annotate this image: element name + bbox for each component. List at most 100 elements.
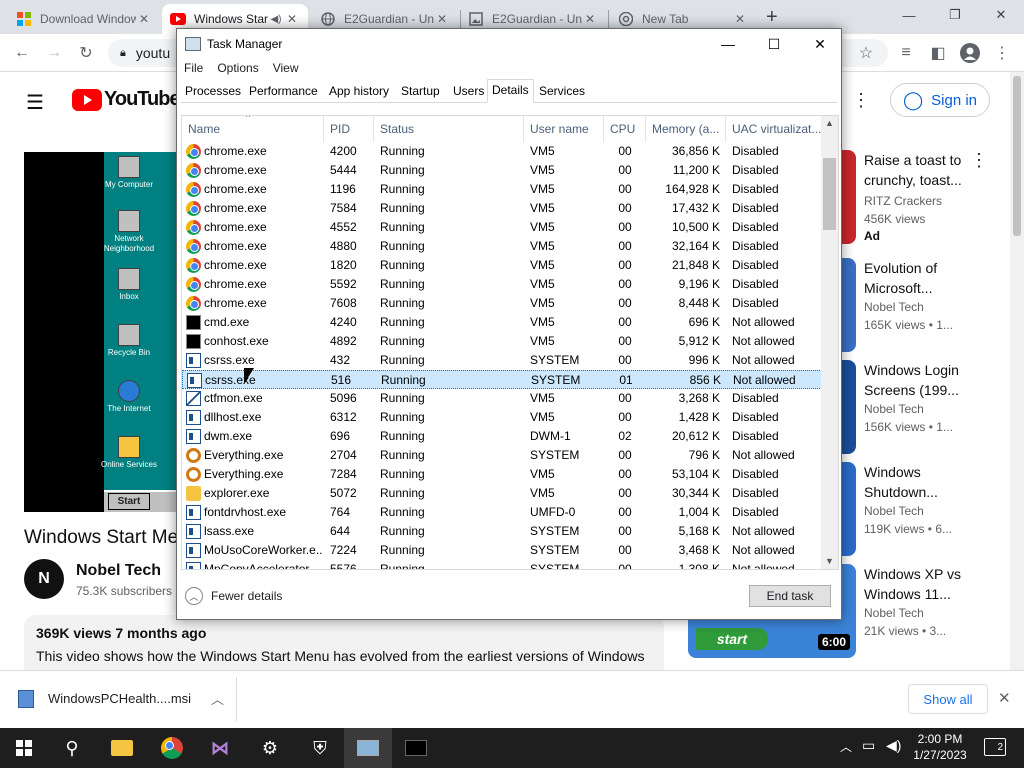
table-row[interactable]: dllhost.exe 6312 Running VM5 00 1,428 K Disabl… (182, 408, 824, 427)
close-tab-icon[interactable]: ✕ (136, 12, 152, 26)
forward-arrow-icon[interactable]: → (42, 41, 66, 65)
new-tab-button[interactable]: + (766, 6, 778, 29)
tab-performance[interactable]: Performance (245, 81, 322, 103)
tab-processes[interactable]: Processes (181, 81, 245, 103)
table-row[interactable]: cmd.exe 4240 Running VM5 00 696 K Not allowed (182, 313, 824, 332)
fewer-details-button[interactable]: ︿ Fewer details (185, 587, 282, 605)
restore-icon[interactable]: ❐ (932, 0, 978, 30)
table-row[interactable]: fontdrvhost.exe 764 Running UMFD-0 00 1,004 K… (182, 503, 824, 522)
chrome-taskbar-icon[interactable] (148, 728, 196, 768)
speaker-icon[interactable]: ◀) (268, 14, 284, 25)
table-row[interactable]: dwm.exe 696 Running DWM-1 02 20,612 K Disabled (182, 427, 824, 446)
media-control-icon[interactable]: ≡ (894, 41, 918, 65)
scroll-up-icon[interactable]: ▲ (825, 118, 834, 128)
tab-services[interactable]: Services (535, 81, 589, 103)
back-arrow-icon[interactable]: ← (10, 41, 34, 65)
kebab-menu-icon[interactable]: ⋮ (990, 41, 1014, 65)
reload-icon[interactable]: ↻ (74, 41, 98, 65)
table-row[interactable]: conhost.exe 4892 Running VM5 00 5,912 K Not al… (182, 332, 824, 351)
close-tab-icon[interactable]: ✕ (732, 12, 748, 26)
show-all-button[interactable]: Show all (908, 684, 988, 714)
vertical-scrollbar[interactable]: ▲ ▼ (821, 116, 838, 569)
maximize-icon[interactable]: ☐ (751, 29, 797, 59)
settings-gear-icon[interactable]: ⚙ (246, 728, 294, 768)
scrollbar-thumb[interactable] (823, 158, 836, 230)
table-row[interactable]: lsass.exe 644 Running SYSTEM 00 5,168 K Not al… (182, 522, 824, 541)
minimize-icon[interactable]: — (886, 0, 932, 30)
close-tab-icon[interactable]: ✕ (284, 12, 300, 26)
task-manager-taskbar-icon[interactable] (344, 728, 392, 768)
page-scrollbar[interactable] (1010, 72, 1024, 670)
settings-kebab-icon[interactable]: ⋮ (852, 90, 870, 111)
notifications-icon[interactable]: 2 (984, 738, 1006, 756)
channel-avatar[interactable]: N (24, 559, 64, 599)
end-task-button[interactable]: End task (749, 585, 831, 607)
column-header-name[interactable]: Name (182, 116, 324, 142)
task-manager-titlebar[interactable]: Task Manager — ☐ ✕ (177, 29, 841, 59)
table-row[interactable]: chrome.exe 4200 Running VM5 00 36,856 K Disabl… (182, 142, 824, 161)
recommended-channel: Nobel Tech (864, 504, 924, 518)
chevron-up-icon[interactable]: ︿ (211, 689, 224, 708)
chrome-process-icon (186, 258, 201, 273)
menu-options[interactable]: Options (210, 59, 265, 77)
table-row[interactable]: chrome.exe 4552 Running VM5 00 10,500 K Disabl… (182, 218, 824, 237)
file-explorer-icon[interactable] (98, 728, 146, 768)
column-header-user[interactable]: User name (524, 116, 604, 142)
more-actions-icon[interactable]: ⋮ (970, 150, 988, 171)
close-tab-icon[interactable]: ✕ (434, 12, 450, 26)
tab-details[interactable]: Details (487, 79, 534, 103)
column-header-pid[interactable]: PID (324, 116, 374, 142)
column-header-memory[interactable]: Memory (a... (646, 116, 726, 142)
hamburger-menu-icon[interactable]: ☰ (26, 90, 44, 115)
sign-in-button[interactable]: ◯ Sign in (890, 83, 990, 117)
terminal-icon[interactable] (392, 728, 440, 768)
menu-file[interactable]: File (177, 59, 210, 77)
bookmark-star-icon[interactable]: ☆ (854, 41, 878, 65)
table-row[interactable]: MoUsoCoreWorker.e... 7224 Running SYSTEM 00 3… (182, 541, 824, 560)
close-tab-icon[interactable]: ✕ (582, 12, 598, 26)
table-row[interactable]: MpCopyAccelerator... 5576 Running SYSTEM 00 1… (182, 560, 824, 569)
table-row[interactable]: Everything.exe 2704 Running SYSTEM 00 796 K No… (182, 446, 824, 465)
youtube-logo[interactable]: YouTube (72, 88, 181, 111)
table-row[interactable]: chrome.exe 7608 Running VM5 00 8,448 K Disable… (182, 294, 824, 313)
tab-users[interactable]: Users (449, 81, 488, 103)
table-row[interactable]: chrome.exe 1196 Running VM5 00 164,928 K Disab… (182, 180, 824, 199)
visual-studio-icon[interactable]: ⋈ (196, 728, 244, 768)
table-row[interactable]: chrome.exe 5592 Running VM5 00 9,196 K Disable… (182, 275, 824, 294)
column-header-cpu[interactable]: CPU (604, 116, 646, 142)
table-row[interactable]: Everything.exe 7284 Running VM5 00 53,104 K Di… (182, 465, 824, 484)
profile-icon[interactable] (958, 41, 982, 65)
show-hidden-icons-icon[interactable]: ︿ (840, 738, 852, 755)
download-item[interactable]: WindowsPCHealth....msi ︿ (18, 689, 224, 708)
video-description[interactable]: 369K views 7 months ago This video shows… (24, 615, 664, 670)
column-header-status[interactable]: Status (374, 116, 524, 142)
tab-startup[interactable]: Startup (397, 81, 444, 103)
table-row[interactable]: explorer.exe 5072 Running VM5 00 30,344 K Disa… (182, 484, 824, 503)
channel-name[interactable]: Nobel Tech (76, 562, 161, 580)
column-header-uac[interactable]: UAC virtualizat... (726, 116, 824, 142)
close-icon[interactable]: ✕ (978, 0, 1024, 30)
table-row[interactable]: chrome.exe 5444 Running VM5 00 11,200 K Disabl… (182, 161, 824, 180)
table-row[interactable]: chrome.exe 7584 Running VM5 00 17,432 K Disabl… (182, 199, 824, 218)
chrome-process-icon (186, 163, 201, 178)
security-shield-icon[interactable]: ⛨ (296, 728, 344, 768)
start-button[interactable] (0, 728, 48, 768)
minimize-icon[interactable]: — (705, 29, 751, 59)
side-panel-icon[interactable]: ◧ (926, 41, 950, 65)
tab-download-windows[interactable]: Download Windows ✕ (8, 4, 160, 34)
menu-view[interactable]: View (266, 59, 306, 77)
volume-icon[interactable]: ◀) (886, 737, 901, 754)
sys-process-icon (186, 505, 201, 520)
network-icon[interactable]: ▭ (862, 737, 875, 754)
tab-app-history[interactable]: App history (325, 81, 393, 103)
table-row[interactable]: csrss.exe 516 Running SYSTEM 01 856 K Not allo… (182, 370, 824, 389)
system-clock[interactable]: 2:00 PM 1/27/2023 (908, 731, 972, 763)
table-row[interactable]: chrome.exe 4880 Running VM5 00 32,164 K Disabl… (182, 237, 824, 256)
table-row[interactable]: ctfmon.exe 5096 Running VM5 00 3,268 K Disable… (182, 389, 824, 408)
scroll-down-icon[interactable]: ▼ (825, 556, 834, 566)
search-icon[interactable]: ⚲ (48, 728, 96, 768)
table-row[interactable]: csrss.exe 432 Running SYSTEM 00 996 K Not allo… (182, 351, 824, 370)
close-icon[interactable]: ✕ (797, 29, 843, 59)
table-row[interactable]: chrome.exe 1820 Running VM5 00 21,848 K Disabl… (182, 256, 824, 275)
close-downloads-icon[interactable]: ✕ (998, 689, 1011, 707)
